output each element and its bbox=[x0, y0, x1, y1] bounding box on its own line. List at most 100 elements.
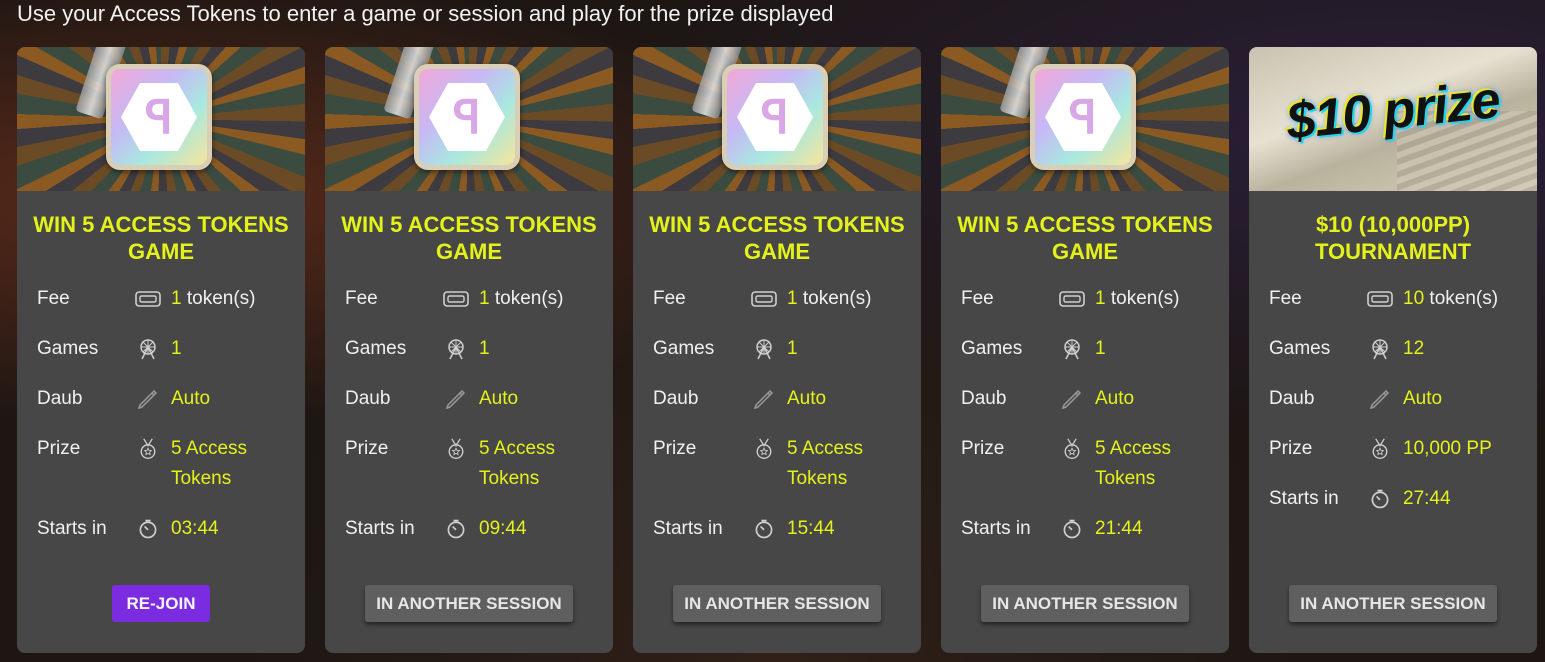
dauber-pen-icon bbox=[1059, 388, 1085, 410]
dauber-pen-icon bbox=[135, 388, 161, 410]
ferris-wheel-icon bbox=[443, 338, 469, 360]
daub-value: Auto bbox=[171, 388, 211, 409]
games-value: 1 bbox=[787, 338, 798, 359]
medal-icon bbox=[135, 438, 161, 460]
fee-row: Fee 1 token(s) bbox=[961, 284, 1221, 314]
prize-row: Prize 5 Access Tokens bbox=[37, 434, 297, 489]
card-banner: ꟼ bbox=[941, 47, 1229, 191]
session-card[interactable]: ꟼ WIN 5 ACCESS TOKENS GAME Fee 1 token(s)… bbox=[325, 47, 613, 653]
medal-icon bbox=[443, 438, 469, 460]
countdown-value: 03:44 bbox=[171, 518, 219, 539]
session-card[interactable]: $10 prize $10 (10,000PP) TOURNAMENT Fee 1… bbox=[1249, 47, 1537, 653]
session-card[interactable]: ꟼ WIN 5 ACCESS TOKENS GAME Fee 1 token(s)… bbox=[17, 47, 305, 653]
stopwatch-icon bbox=[135, 518, 161, 540]
prize-value: 5 Access Tokens bbox=[1095, 438, 1172, 489]
countdown-value: 21:44 bbox=[1095, 518, 1143, 539]
prize-value: 5 Access Tokens bbox=[171, 438, 248, 489]
card-title: WIN 5 ACCESS TOKENS GAME bbox=[33, 212, 289, 264]
card-title: WIN 5 ACCESS TOKENS GAME bbox=[341, 212, 597, 264]
pb-logo-icon: ꟼ bbox=[414, 64, 520, 170]
page-instructions: Use your Access Tokens to enter a game o… bbox=[17, 1, 834, 26]
stopwatch-icon bbox=[1059, 518, 1085, 540]
ticket-icon bbox=[135, 288, 161, 310]
dauber-pen-icon bbox=[751, 388, 777, 410]
rejoin-button[interactable]: RE-JOIN bbox=[112, 585, 210, 622]
ferris-wheel-icon bbox=[135, 338, 161, 360]
prize-value: 5 Access Tokens bbox=[787, 438, 864, 489]
fee-value: 1 token(s) bbox=[1095, 288, 1180, 309]
starts-in-row: Starts in 21:44 bbox=[961, 514, 1221, 544]
ticket-icon bbox=[443, 288, 469, 310]
fee-row: Fee 1 token(s) bbox=[37, 284, 297, 314]
prize-value: 5 Access Tokens bbox=[479, 438, 556, 489]
card-title: $10 (10,000PP) TOURNAMENT bbox=[1314, 212, 1472, 264]
in-another-session-button[interactable]: IN ANOTHER SESSION bbox=[365, 585, 573, 622]
dauber-pen-icon bbox=[1367, 388, 1393, 410]
in-another-session-button[interactable]: IN ANOTHER SESSION bbox=[981, 585, 1189, 622]
daub-value: Auto bbox=[1095, 388, 1135, 409]
daub-row: Daub Auto bbox=[345, 384, 605, 414]
games-row: Games 12 bbox=[1269, 334, 1529, 364]
games-value: 12 bbox=[1403, 338, 1425, 359]
ticket-icon bbox=[751, 288, 777, 310]
pb-logo-icon: ꟼ bbox=[1030, 64, 1136, 170]
fee-value: 1 token(s) bbox=[479, 288, 564, 309]
prize-row: Prize 5 Access Tokens bbox=[345, 434, 605, 489]
card-banner: ꟼ bbox=[325, 47, 613, 191]
daub-value: Auto bbox=[479, 388, 519, 409]
games-row: Games 1 bbox=[653, 334, 913, 364]
card-banner: $10 prize bbox=[1249, 47, 1537, 191]
daub-value: Auto bbox=[787, 388, 827, 409]
stopwatch-icon bbox=[751, 518, 777, 540]
fee-value: 1 token(s) bbox=[171, 288, 256, 309]
prize-value: 10,000 PP bbox=[1403, 438, 1492, 459]
card-title: WIN 5 ACCESS TOKENS GAME bbox=[649, 212, 905, 264]
pb-logo-icon: ꟼ bbox=[722, 64, 828, 170]
countdown-value: 09:44 bbox=[479, 518, 527, 539]
fee-row: Fee 10 token(s) bbox=[1269, 284, 1529, 314]
games-value: 1 bbox=[171, 338, 182, 359]
in-another-session-button[interactable]: IN ANOTHER SESSION bbox=[1289, 585, 1497, 622]
prize-row: Prize 5 Access Tokens bbox=[653, 434, 913, 489]
ferris-wheel-icon bbox=[751, 338, 777, 360]
dauber-pen-icon bbox=[443, 388, 469, 410]
games-value: 1 bbox=[479, 338, 490, 359]
fee-row: Fee 1 token(s) bbox=[653, 284, 913, 314]
ticket-icon bbox=[1367, 288, 1393, 310]
medal-icon bbox=[1059, 438, 1085, 460]
daub-row: Daub Auto bbox=[37, 384, 297, 414]
games-row: Games 1 bbox=[37, 334, 297, 364]
games-row: Games 1 bbox=[345, 334, 605, 364]
starts-in-row: Starts in 03:44 bbox=[37, 514, 297, 544]
fee-row: Fee 1 token(s) bbox=[345, 284, 605, 314]
daub-row: Daub Auto bbox=[653, 384, 913, 414]
prize-row: Prize 10,000 PP bbox=[1269, 434, 1529, 464]
stopwatch-icon bbox=[443, 518, 469, 540]
ferris-wheel-icon bbox=[1059, 338, 1085, 360]
daub-value: Auto bbox=[1403, 388, 1443, 409]
session-card[interactable]: ꟼ WIN 5 ACCESS TOKENS GAME Fee 1 token(s)… bbox=[633, 47, 921, 653]
games-row: Games 1 bbox=[961, 334, 1221, 364]
prize-row: Prize 5 Access Tokens bbox=[961, 434, 1221, 489]
card-title: WIN 5 ACCESS TOKENS GAME bbox=[957, 212, 1213, 264]
starts-in-row: Starts in 15:44 bbox=[653, 514, 913, 544]
fee-value: 1 token(s) bbox=[787, 288, 872, 309]
pb-logo-icon: ꟼ bbox=[106, 64, 212, 170]
card-banner: ꟼ bbox=[633, 47, 921, 191]
ticket-icon bbox=[1059, 288, 1085, 310]
prize-banner-art: $10 prize bbox=[1283, 70, 1503, 152]
medal-icon bbox=[1367, 438, 1393, 460]
starts-in-row: Starts in 09:44 bbox=[345, 514, 605, 544]
countdown-value: 15:44 bbox=[787, 518, 835, 539]
medal-icon bbox=[751, 438, 777, 460]
in-another-session-button[interactable]: IN ANOTHER SESSION bbox=[673, 585, 881, 622]
daub-row: Daub Auto bbox=[961, 384, 1221, 414]
countdown-value: 27:44 bbox=[1403, 488, 1451, 509]
stopwatch-icon bbox=[1367, 488, 1393, 510]
games-value: 1 bbox=[1095, 338, 1106, 359]
ferris-wheel-icon bbox=[1367, 338, 1393, 360]
card-banner: ꟼ bbox=[17, 47, 305, 191]
daub-row: Daub Auto bbox=[1269, 384, 1529, 414]
session-card[interactable]: ꟼ WIN 5 ACCESS TOKENS GAME Fee 1 token(s)… bbox=[941, 47, 1229, 653]
starts-in-row: Starts in 27:44 bbox=[1269, 484, 1529, 514]
